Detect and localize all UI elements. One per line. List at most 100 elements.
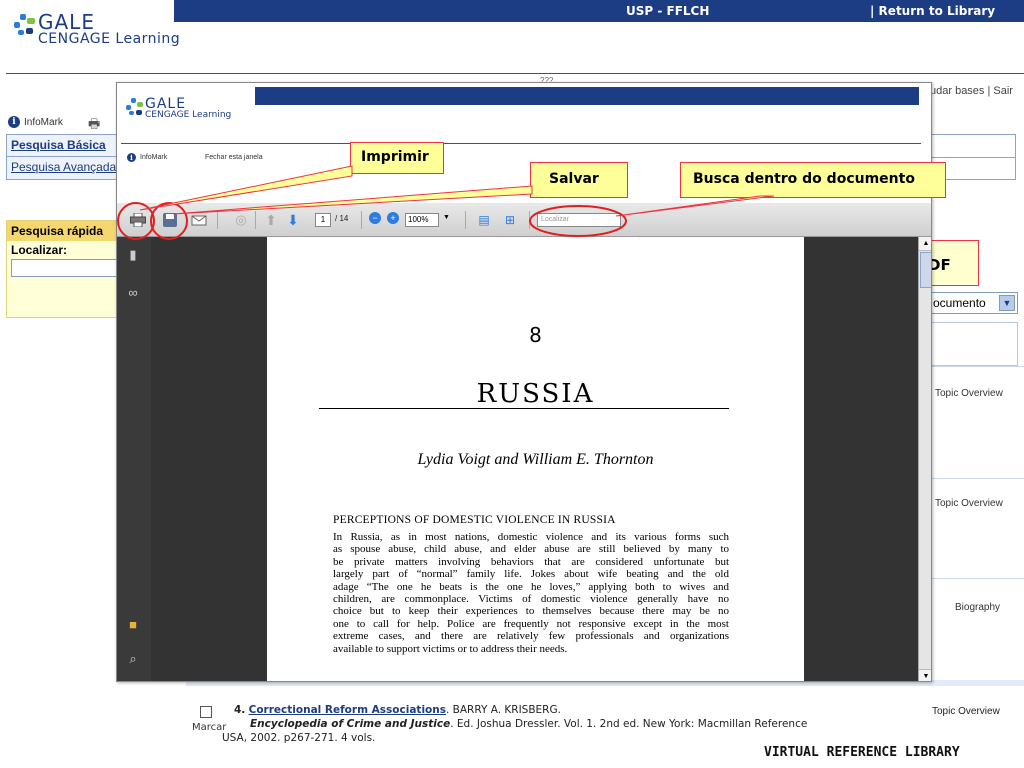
- body-line: choice but to keep their experiences to …: [333, 605, 729, 618]
- popup-logo-line2: CENGAGE Learning: [145, 110, 232, 120]
- mark-checkbox[interactable]: [200, 706, 212, 718]
- save-button[interactable]: [161, 212, 179, 228]
- close-window-link[interactable]: Fechar esta janela: [205, 154, 263, 161]
- fit-width-icon: ▤: [478, 213, 490, 227]
- envelope-icon: [191, 215, 207, 226]
- document-margin-left: [151, 237, 267, 681]
- floppy-disk-icon: [163, 213, 177, 227]
- chapter-title-rule: [319, 408, 729, 409]
- gale-logo[interactable]: GALE CENGAGE Learning: [12, 12, 180, 46]
- chapter-number: 8: [529, 323, 542, 347]
- logo-line1: GALE: [38, 10, 95, 34]
- basic-search-link[interactable]: Pesquisa Básica: [7, 135, 117, 157]
- popup-infomark-label: InfoMark: [140, 154, 168, 161]
- previous-page-button[interactable]: ⬆: [263, 212, 279, 228]
- popup-gale-logo: GALE CENGAGE Learning: [125, 97, 231, 120]
- popup-top-bar: [255, 87, 919, 105]
- paperclip-icon[interactable]: ⌕: [125, 651, 141, 667]
- result-type-2: Topic Overview: [935, 498, 1003, 509]
- gale-logo-mark: [12, 12, 38, 38]
- pdf-side-panel: ▮ ∞ ■ ⌕: [117, 237, 151, 681]
- result-citation-end: USA, 2002. p267-271. 4 vols.: [222, 732, 376, 744]
- chapter-title: RUSSIA: [476, 379, 595, 409]
- next-page-button[interactable]: ⬇: [285, 212, 301, 228]
- return-to-library-link[interactable]: | Return to Library: [870, 4, 995, 18]
- body-line: be private matters involving behaviors t…: [333, 555, 729, 568]
- advanced-search-link[interactable]: Pesquisa Avançada: [7, 157, 117, 179]
- scroll-thumb[interactable]: [920, 252, 931, 288]
- document-margin-right: [804, 237, 918, 681]
- sort-select[interactable]: ocumento ▼: [930, 292, 1018, 314]
- body-line: adage “The one he beats is the one he lo…: [333, 580, 729, 593]
- section-body: In Russia, as in most nations, domestic …: [333, 531, 729, 655]
- header-divider: [6, 73, 1024, 74]
- quick-search-input[interactable]: [11, 259, 121, 277]
- chevron-down-icon[interactable]: ▼: [443, 214, 450, 221]
- popup-divider: [121, 143, 921, 144]
- body-line: largely part of “normal” family life. Jo…: [333, 568, 729, 581]
- result-source-rest: . Ed. Joshua Dressler. Vol. 1. 2nd ed. N…: [450, 718, 808, 730]
- globe-icon: ◎: [235, 212, 247, 227]
- attach-button[interactable]: ◎: [233, 212, 249, 228]
- comments-icon[interactable]: ■: [125, 617, 141, 633]
- info-icon: i: [127, 153, 136, 162]
- infomark-label: InfoMark: [24, 116, 63, 128]
- quick-search-panel: Pesquisa rápida Localizar:: [6, 220, 121, 318]
- pdf-viewer: ◎ ⬆ ⬇ 1 / 14 − + 100% ▼ ▤ ⊞ Localizar ▮ …: [117, 203, 931, 681]
- pdf-toolbar: ◎ ⬆ ⬇ 1 / 14 − + 100% ▼ ▤ ⊞ Localizar: [117, 203, 931, 237]
- body-line: extreme cases, and there are relatively …: [333, 630, 729, 643]
- fit-page-icon: ⊞: [504, 213, 516, 227]
- zoom-out-button[interactable]: −: [369, 212, 381, 224]
- chapter-authors: Lydia Voigt and William E. Thornton: [417, 451, 654, 468]
- zoom-select[interactable]: 100%: [405, 213, 439, 227]
- result-title-link[interactable]: Correctional Reform Associations: [249, 704, 446, 716]
- institution-name: USP - FFLCH: [626, 4, 710, 18]
- scroll-down-icon[interactable]: ▼: [919, 669, 931, 681]
- logo-line2: CENGAGE Learning: [38, 31, 181, 47]
- chevron-down-icon[interactable]: ▼: [999, 295, 1015, 311]
- imprimir-callout: Imprimir: [350, 142, 444, 174]
- top-right-links[interactable]: udar bases | Sair: [930, 85, 1013, 97]
- result-author: . BARRY A. KRISBERG.: [445, 704, 561, 716]
- plus-icon: +: [390, 213, 396, 223]
- popup-logo-line1: GALE: [145, 96, 187, 112]
- result-type-1: Topic Overview: [935, 388, 1003, 399]
- section-heading: PERCEPTIONS OF DOMESTIC VIOLENCE IN RUSS…: [333, 514, 616, 526]
- info-icon: i: [8, 116, 20, 128]
- printer-icon: [130, 213, 146, 227]
- zoom-in-button[interactable]: +: [387, 212, 399, 224]
- salvar-callout: Salvar: [530, 162, 628, 198]
- body-line: children, are commonplace. Victims of do…: [333, 593, 729, 606]
- result-type-4: Topic Overview: [932, 706, 1000, 717]
- search-type-links: Pesquisa Básica Pesquisa Avançada: [6, 134, 118, 180]
- page-number-input[interactable]: 1: [315, 213, 331, 227]
- vertical-scrollbar[interactable]: ▲ ▼: [918, 237, 931, 681]
- sort-select-value: ocumento: [933, 296, 986, 310]
- infomark-link[interactable]: i InfoMark: [8, 116, 63, 128]
- pdf-page: 8 RUSSIA Lydia Voigt and William E. Thor…: [267, 237, 804, 681]
- page-total: / 14: [335, 214, 349, 223]
- popup-logo-mark: [125, 97, 145, 117]
- result-source: Encyclopedia of Crime and Justice: [250, 718, 451, 730]
- results-header-box: [930, 322, 1018, 366]
- fit-page-button[interactable]: ⊞: [503, 212, 517, 228]
- result-number: 4.: [234, 704, 246, 716]
- arrow-down-icon: ⬇: [287, 211, 299, 228]
- find-in-document-input[interactable]: Localizar: [537, 213, 621, 227]
- pages-icon[interactable]: ▮: [125, 247, 141, 263]
- result-type-3: Biography: [955, 602, 1001, 613]
- body-line: as spouse abuse, child abuse, and elder …: [333, 543, 729, 556]
- email-button[interactable]: [191, 212, 207, 228]
- quick-search-title: Pesquisa rápida: [7, 221, 117, 241]
- print-button[interactable]: [129, 212, 147, 228]
- binoculars-icon[interactable]: ∞: [125, 285, 141, 301]
- body-line: one to call for help. Police are frequen…: [333, 617, 729, 630]
- fit-width-button[interactable]: ▤: [477, 212, 491, 228]
- busca-callout: Busca dentro do documento: [680, 162, 946, 198]
- arrow-up-icon: ⬆: [265, 211, 277, 228]
- minus-icon: −: [372, 213, 378, 223]
- quick-search-label: Localizar:: [11, 243, 68, 257]
- scroll-up-icon[interactable]: ▲: [919, 237, 931, 251]
- popup-infomark-link[interactable]: i InfoMark: [127, 153, 167, 162]
- body-line: In Russia, as in most nations, domestic …: [333, 531, 729, 543]
